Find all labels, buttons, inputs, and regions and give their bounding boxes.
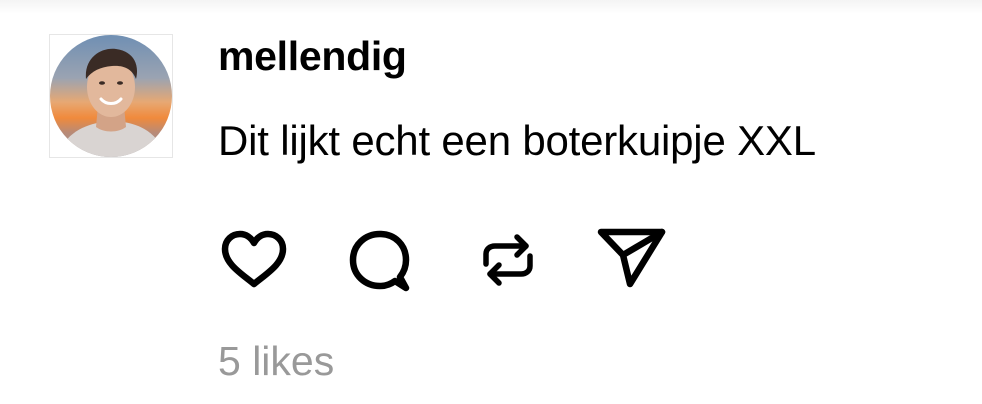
likes-count[interactable]: 5 likes: [218, 334, 334, 388]
repost-icon: [483, 234, 533, 286]
comment-button[interactable]: [342, 222, 418, 298]
heart-icon: [221, 230, 287, 288]
avatar-photo: [50, 35, 172, 157]
username[interactable]: mellendig: [218, 30, 407, 82]
avatar[interactable]: [49, 34, 173, 158]
like-button[interactable]: [216, 222, 292, 298]
comment-bubble-icon: [349, 230, 410, 292]
share-button[interactable]: [594, 222, 670, 298]
post-text: Dit lijkt echt een boterkuipje XXL: [218, 117, 816, 164]
send-icon: [597, 228, 666, 288]
repost-button[interactable]: [470, 222, 546, 298]
post: mellendig Dit lijkt echt een boterkuipje…: [0, 0, 982, 404]
